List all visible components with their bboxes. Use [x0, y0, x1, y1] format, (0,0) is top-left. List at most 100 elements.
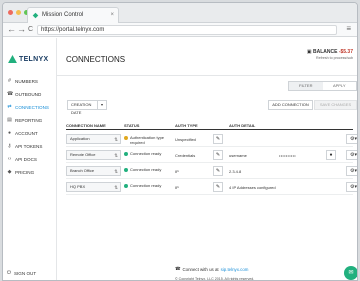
header-rule [66, 129, 353, 130]
row-divider [66, 162, 353, 163]
connection-name-field[interactable]: Branch Office ⇅ [66, 166, 121, 176]
status-cell: Connection ready [124, 151, 161, 156]
sidebar-item-label: ACCOUNT [15, 131, 38, 136]
connect-text: Connect with us at [182, 266, 219, 272]
gear-icon: ⚙▾ [350, 184, 357, 190]
connection-name-field[interactable]: Remote Office ⇅ [66, 150, 121, 160]
edit-auth-button[interactable]: ✎ [213, 134, 223, 144]
toggle-icon[interactable]: ⇅ [114, 136, 118, 144]
chart-icon: ▤ [7, 117, 12, 123]
gear-icon: ⚙▾ [350, 152, 357, 158]
tag-icon: ◆ [7, 169, 12, 175]
chat-bubble-icon: ✉ [348, 270, 354, 276]
minimize-window-button[interactable] [16, 10, 21, 15]
edit-auth-button[interactable]: ✎ [213, 166, 223, 176]
row-settings-button[interactable]: ⚙▾ [346, 166, 357, 176]
title-bar: Mission Control × [3, 3, 357, 23]
sidebar-item-reporting[interactable]: ▤ REPORTING [7, 117, 43, 124]
connection-name-field[interactable]: Application ⇅ [66, 134, 121, 144]
row-settings-button[interactable]: ⚙▾ [346, 182, 357, 192]
tab-title: Mission Control [42, 12, 84, 18]
phone-icon: ☎ [7, 91, 14, 97]
sort-select[interactable]: CREATION DATE ▾ [67, 100, 107, 115]
connect-note: ☎ Connect with us at sip.telnyx.com [175, 266, 248, 272]
address-bar-row: ← → C https://portal.telnyx.com ≡ [3, 23, 357, 37]
close-window-button[interactable] [8, 10, 13, 15]
telnyx-logo[interactable]: TELNYX [8, 55, 48, 63]
row-settings-button[interactable]: ⚙▾ [346, 134, 357, 144]
connection-name-value: Application [70, 136, 90, 141]
edit-auth-button[interactable]: ✎ [213, 150, 223, 160]
eye-icon: ● [329, 152, 333, 158]
sidebar-item-pricing[interactable]: ◆ PRICING [7, 169, 35, 176]
toggle-icon[interactable]: ⇅ [114, 184, 118, 192]
code-icon: ‹› [7, 156, 12, 162]
sidebar-item-label: REPORTING [15, 118, 43, 123]
sidebar-item-label: NUMBERS [15, 79, 38, 84]
sidebar-item-numbers[interactable]: # NUMBERS [7, 79, 38, 85]
table-row: HQ PBX ⇅ Connection ready IP ✎ 4 IP Addre… [66, 181, 357, 195]
sip-link[interactable]: sip.telnyx.com [221, 267, 249, 272]
toggle-icon[interactable]: ⇅ [114, 152, 118, 160]
filter-button[interactable]: FILTER [289, 82, 323, 90]
header-divider [57, 75, 357, 76]
sidebar-item-api-tokens[interactable]: ⚷ API TOKENS [7, 144, 43, 150]
connection-name-value: HQ PBX [70, 184, 86, 189]
apply-button[interactable]: APPLY [323, 82, 357, 90]
ok-status-dot-icon [124, 184, 128, 188]
forward-icon[interactable]: → [17, 24, 26, 35]
sign-out-label: SIGN OUT [13, 270, 37, 276]
sidebar-item-label: CONNECTIONS [15, 105, 49, 110]
connection-name-field[interactable]: HQ PBX ⇅ [66, 182, 121, 192]
row-settings-button[interactable]: ⚙▾ [346, 150, 357, 160]
close-tab-icon[interactable]: × [110, 8, 114, 23]
sidebar-item-label: PRICING [15, 170, 35, 175]
status-text: Authentication type required [130, 135, 165, 145]
main-content: CONNECTIONS ▣ BALANCE -$5.37 Refresh to … [57, 38, 357, 280]
status-text: Connection ready [130, 183, 162, 188]
auth-detail-username[interactable]: username [229, 153, 247, 158]
show-password-button[interactable]: ● [326, 150, 336, 160]
sidebar-item-label: API TOKENS [15, 144, 43, 149]
balance-label: BALANCE [312, 49, 338, 55]
reload-icon[interactable]: C [28, 24, 33, 35]
auth-detail-ip-summary: 4 IP Addresses configured [229, 185, 276, 190]
gear-icon: ⚙▾ [350, 136, 357, 142]
user-icon: ● [7, 130, 12, 136]
connections-icon: ⇄ [7, 104, 12, 110]
window-controls [8, 10, 29, 15]
pencil-icon: ✎ [215, 184, 221, 190]
browser-menu-icon[interactable]: ≡ [346, 24, 351, 33]
balance-subtext: Refresh to process/sub [316, 56, 353, 60]
status-cell: Connection ready [124, 167, 161, 172]
url-input[interactable]: https://portal.telnyx.com [37, 25, 337, 35]
table-row: Branch Office ⇅ Connection ready IP ✎ 2.3… [66, 165, 357, 179]
sidebar-item-connections[interactable]: ⇄ CONNECTIONS [7, 104, 49, 111]
pencil-icon: ✎ [215, 168, 221, 174]
column-header-auth-detail: AUTH DETAIL [229, 123, 256, 128]
browser-tab[interactable]: Mission Control × [27, 7, 119, 23]
row-divider [66, 146, 353, 147]
ok-status-dot-icon [124, 168, 128, 172]
row-divider [66, 194, 353, 195]
sign-out-link[interactable]: ⏻ SIGN OUT [7, 270, 36, 276]
sidebar-item-account[interactable]: ● ACCOUNT [7, 130, 38, 137]
telnyx-favicon-icon [32, 12, 39, 19]
warning-status-dot-icon [124, 136, 128, 140]
auth-detail-ip: 2.3.4.8 [229, 169, 242, 174]
telnyx-logo-icon [8, 55, 17, 63]
auth-detail-password[interactable]: •••••••••• [279, 153, 296, 158]
sidebar-item-api-docs[interactable]: ‹› API DOCS [7, 156, 37, 163]
save-changes-button[interactable]: SAVE CHANGES [314, 100, 357, 110]
edit-auth-button[interactable]: ✎ [213, 182, 223, 192]
column-header-name[interactable]: CONNECTION NAME [66, 123, 106, 128]
back-icon[interactable]: ← [7, 24, 16, 35]
status-text: Connection ready [130, 151, 162, 156]
chat-button[interactable]: ✉ [344, 266, 357, 280]
chevron-down-icon: ▾ [97, 101, 106, 109]
toggle-icon[interactable]: ⇅ [114, 168, 118, 176]
sidebar-item-outbound[interactable]: ☎ OUTBOUND [7, 91, 41, 98]
row-divider [66, 178, 353, 179]
add-connection-button[interactable]: ADD CONNECTION [268, 100, 313, 110]
browser-window: Mission Control × ← → C https://portal.t… [2, 2, 358, 281]
